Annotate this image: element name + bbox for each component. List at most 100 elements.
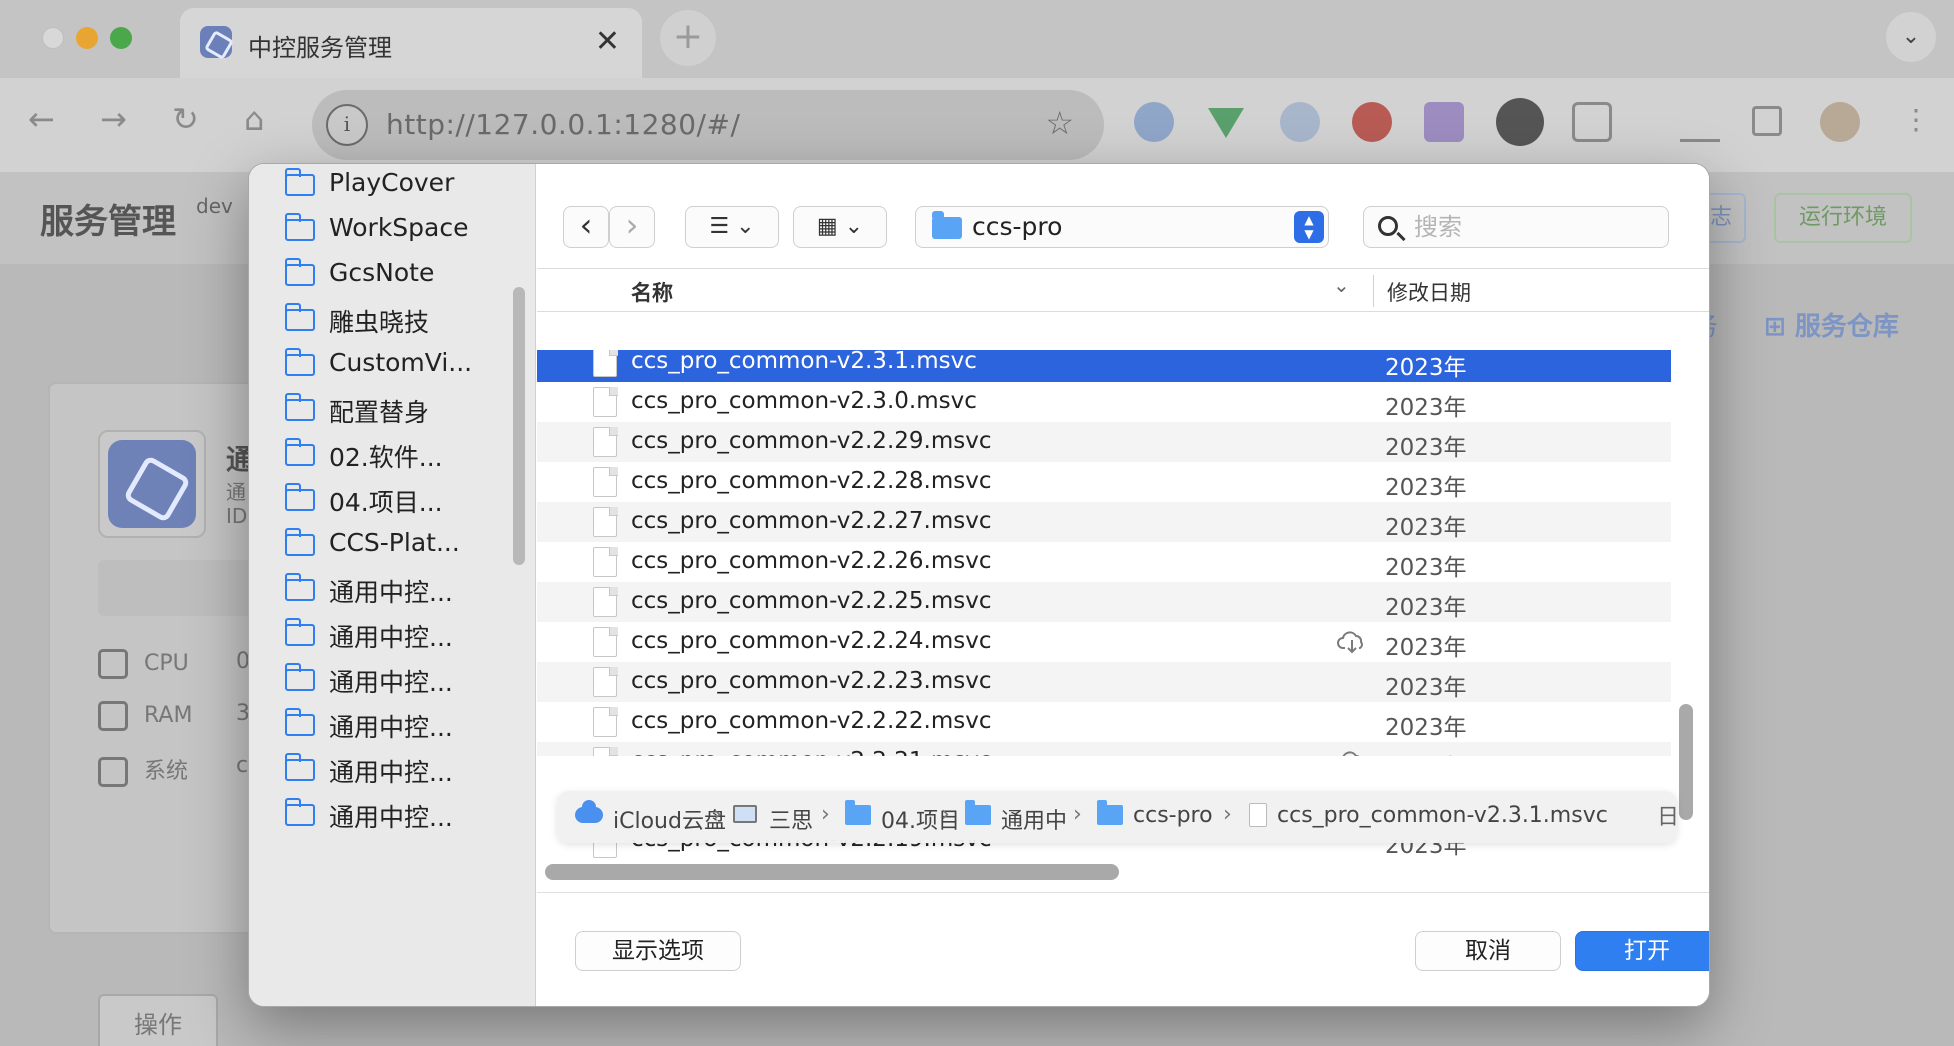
password-icon[interactable] — [1280, 102, 1320, 142]
back-arrow-icon[interactable]: ← — [28, 100, 55, 138]
sidebar-folder-item[interactable]: 通用中控... — [284, 573, 525, 613]
new-tab-button[interactable]: + — [660, 10, 716, 66]
file-name: ccs_pro_common-v2.2.26.msvc — [631, 548, 992, 574]
search-input[interactable] — [1414, 211, 1654, 243]
sidebar-folder-item[interactable]: 02.软件... — [284, 438, 525, 478]
window-minimize-light[interactable] — [76, 27, 98, 49]
home-icon[interactable]: ⌂ — [244, 100, 264, 138]
path-item-file[interactable]: ccs_pro_common-v2.3.1.msvc — [1277, 803, 1608, 828]
download-ext-icon[interactable] — [1424, 102, 1464, 142]
window-zoom-light[interactable] — [110, 27, 132, 49]
sidebar-folder-item[interactable]: PlayCover — [284, 168, 525, 208]
open-button[interactable]: 打开 — [1575, 931, 1709, 971]
file-doc-icon — [593, 626, 618, 657]
browser-tab[interactable]: 中控服务管理 ✕ — [180, 8, 642, 78]
file-row[interactable]: ccs_pro_common-v2.2.22.msvc 2023年 — [537, 702, 1671, 742]
downloads-icon[interactable] — [1680, 102, 1720, 142]
file-row[interactable]: ccs_pro_common-v2.2.21.msvc 2023年 — [537, 742, 1671, 756]
show-options-button[interactable]: 显示选项 — [575, 931, 741, 971]
group-view-button[interactable]: ▦ ⌄ — [793, 206, 887, 248]
sidebar-icon[interactable] — [1752, 106, 1782, 136]
sort-chevron-icon[interactable]: ⌄ — [1333, 273, 1350, 297]
file-doc-icon — [593, 426, 618, 457]
profile-icon[interactable] — [1820, 102, 1860, 142]
path-item-general[interactable]: 通用中 — [1001, 803, 1067, 835]
file-row[interactable]: ccs_pro_common-v2.2.29.msvc 2023年 — [537, 422, 1671, 462]
extensions-icon[interactable] — [1572, 102, 1612, 142]
location-popup[interactable]: ccs-pro ▲ ▼ — [915, 206, 1329, 248]
hexagon-logo-icon — [108, 440, 196, 528]
file-row-selected[interactable]: ccs_pro_common-v2.3.1.msvc 2023年 — [537, 350, 1671, 382]
folder-icon — [1097, 800, 1123, 825]
reload-icon[interactable]: ↻ — [172, 100, 199, 138]
adblock-icon[interactable] — [1352, 102, 1392, 142]
computer-icon — [733, 805, 757, 823]
tab-service-repo[interactable]: ⊞ 服务仓库 — [1764, 306, 1899, 343]
folder-icon — [284, 258, 315, 286]
path-item-ccs-pro[interactable]: ccs-pro — [1133, 803, 1213, 828]
sidebar-scrollbar[interactable] — [513, 287, 525, 565]
tab-search-chevron-icon[interactable]: ⌄ — [1886, 12, 1936, 62]
cancel-button[interactable]: 取消 — [1415, 931, 1561, 971]
env-badge: dev — [196, 194, 233, 218]
file-name: ccs_pro_common-v2.2.22.msvc — [631, 708, 992, 734]
sidebar-folder-item[interactable]: CustomVi... — [284, 348, 525, 388]
list-view-button[interactable]: ☰ ⌄ — [685, 206, 779, 248]
forward-button[interactable]: › — [609, 206, 655, 248]
sidebar-folder-item[interactable]: 通用中控... — [284, 798, 525, 838]
cloud-download-icon[interactable] — [1337, 630, 1367, 654]
menu-icon[interactable]: ⋮ — [1896, 102, 1936, 142]
list-vertical-scrollbar[interactable] — [1679, 704, 1693, 820]
vue-devtools-icon[interactable] — [1208, 108, 1244, 138]
path-item-user[interactable]: 三思 — [769, 803, 813, 835]
sidebar-folder-label: 通用中控... — [329, 668, 453, 697]
cloud-download-icon[interactable] — [1337, 750, 1367, 756]
column-name-header[interactable]: 名称 — [631, 277, 673, 307]
file-row-partial[interactable]: ccs_pro_common-v2.2.19.msvc 2023年 — [537, 840, 1671, 862]
file-name: ccs_pro_common-v2.2.23.msvc — [631, 668, 992, 694]
sidebar-folder-item[interactable]: 配置替身 — [284, 393, 525, 433]
window-close-light[interactable] — [42, 27, 64, 49]
column-date-header[interactable]: 修改日期 — [1387, 277, 1471, 307]
sidebar-folder-item[interactable]: 通用中控... — [284, 663, 525, 703]
folder-icon — [284, 213, 315, 241]
tab-close-icon[interactable]: ✕ — [595, 24, 620, 59]
file-name: ccs_pro_common-v2.2.25.msvc — [631, 588, 992, 614]
sidebar-folder-item[interactable]: GcsNote — [284, 258, 525, 298]
file-name: ccs_pro_common-v2.2.24.msvc — [631, 628, 992, 654]
file-row[interactable]: ccs_pro_common-v2.2.23.msvc 2023年 — [537, 662, 1671, 702]
sidebar-folder-item[interactable]: 通用中控... — [284, 708, 525, 748]
address-bar[interactable]: i http://127.0.0.1:1280/#/ ☆ — [312, 90, 1104, 160]
path-bar: iCloud云盘 › 三思 › 04.项目 › 通用中 › ccs-pro › … — [557, 791, 1680, 843]
back-button[interactable]: ‹ — [563, 206, 609, 248]
sidebar-folder-item[interactable]: 通用中控... — [284, 618, 525, 658]
operate-button[interactable]: 操作 — [98, 994, 218, 1046]
site-info-icon[interactable]: i — [326, 104, 368, 146]
file-row[interactable]: ccs_pro_common-v2.2.27.msvc 2023年 — [537, 502, 1671, 542]
bookmark-star-icon[interactable]: ☆ — [1045, 104, 1074, 142]
date-peek: 日 — [1657, 805, 1680, 830]
translate-icon[interactable] — [1134, 102, 1174, 142]
file-date: 2023年 — [1385, 515, 1467, 541]
path-separator: › — [941, 802, 950, 827]
sidebar-folder-item[interactable]: 雕虫晓技 — [284, 303, 525, 343]
file-row[interactable]: ccs_pro_common-v2.2.24.msvc 2023年 — [537, 622, 1671, 662]
folder-icon — [932, 211, 962, 239]
sidebar-folder-item[interactable]: CCS-Plat... — [284, 528, 525, 568]
sidebar-folder-item[interactable]: WorkSpace — [284, 213, 525, 253]
sidebar-folder-item[interactable]: 通用中控... — [284, 753, 525, 793]
runtime-env-button[interactable]: 运行环境 — [1774, 193, 1912, 243]
list-horizontal-scrollbar[interactable] — [545, 864, 1119, 880]
file-row[interactable]: ccs_pro_common-v2.2.25.msvc 2023年 — [537, 582, 1671, 622]
column-divider[interactable] — [1373, 275, 1374, 307]
forward-arrow-icon[interactable]: → — [100, 100, 127, 138]
file-row[interactable]: ccs_pro_common-v2.2.28.msvc 2023年 — [537, 462, 1671, 502]
path-item-icloud[interactable]: iCloud云盘 — [613, 803, 726, 835]
url-text[interactable]: http://127.0.0.1:1280/#/ — [386, 108, 740, 141]
file-row[interactable]: ccs_pro_common-v2.2.26.msvc 2023年 — [537, 542, 1671, 582]
tampermonkey-icon[interactable] — [1496, 98, 1544, 146]
file-row[interactable]: ccs_pro_common-v2.3.0.msvc 2023年 — [537, 382, 1671, 422]
search-field[interactable] — [1363, 206, 1669, 248]
folder-icon — [284, 708, 315, 736]
sidebar-folder-item[interactable]: 04.项目... — [284, 483, 525, 523]
